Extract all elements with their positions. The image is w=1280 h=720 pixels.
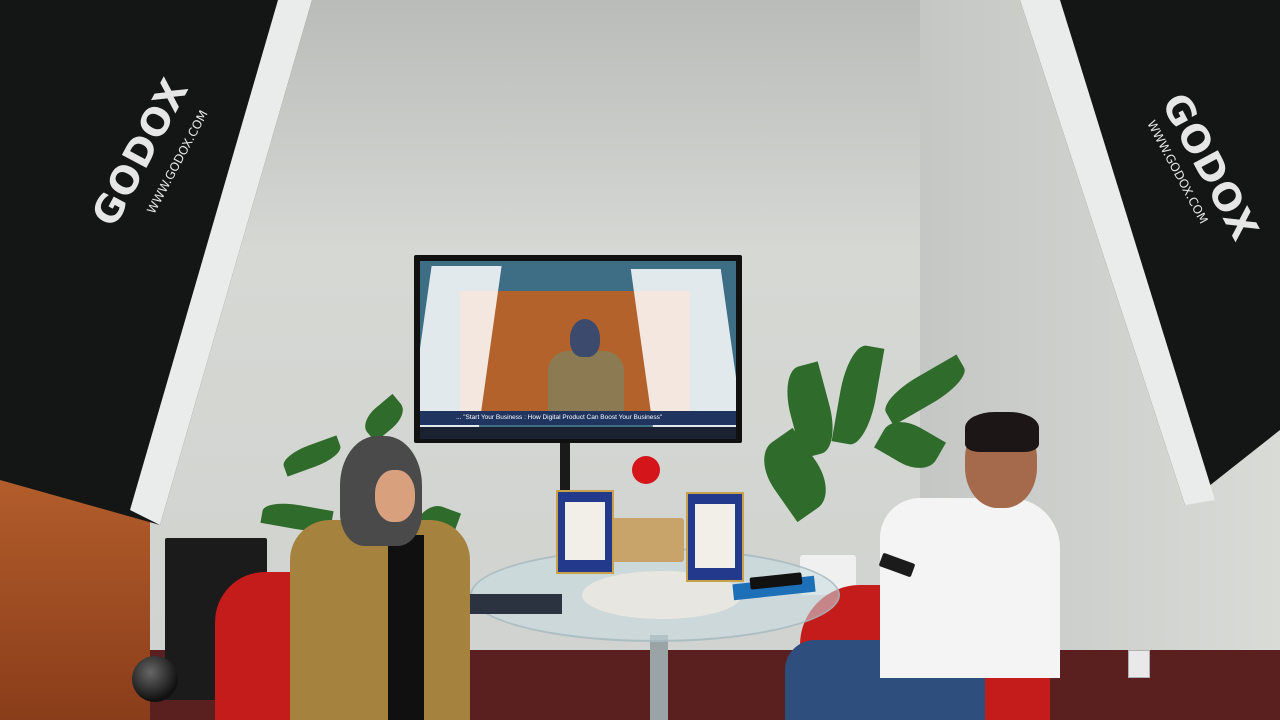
tv-presenter-head bbox=[570, 319, 600, 357]
woman-shirt bbox=[388, 535, 424, 720]
softbox-right bbox=[1020, 0, 1280, 505]
woman-jacket bbox=[290, 520, 470, 720]
man-hair bbox=[965, 412, 1039, 452]
red-rose bbox=[632, 456, 660, 484]
camera-ball bbox=[132, 656, 178, 702]
table-leg bbox=[650, 635, 668, 720]
award-plaque-1 bbox=[556, 490, 614, 574]
flower-basket bbox=[608, 518, 684, 562]
tv-presenter-body bbox=[548, 351, 624, 416]
tv-banner: ... "Start Your Business : How Digital P… bbox=[420, 411, 736, 425]
award-plaque-2 bbox=[686, 492, 744, 582]
woman-face bbox=[375, 470, 415, 522]
tv-taskbar bbox=[420, 427, 736, 439]
man-shirt bbox=[880, 498, 1060, 678]
tablet bbox=[468, 594, 562, 614]
tv-screen: ... "Start Your Business : How Digital P… bbox=[420, 261, 736, 439]
power-outlet bbox=[1128, 650, 1150, 678]
